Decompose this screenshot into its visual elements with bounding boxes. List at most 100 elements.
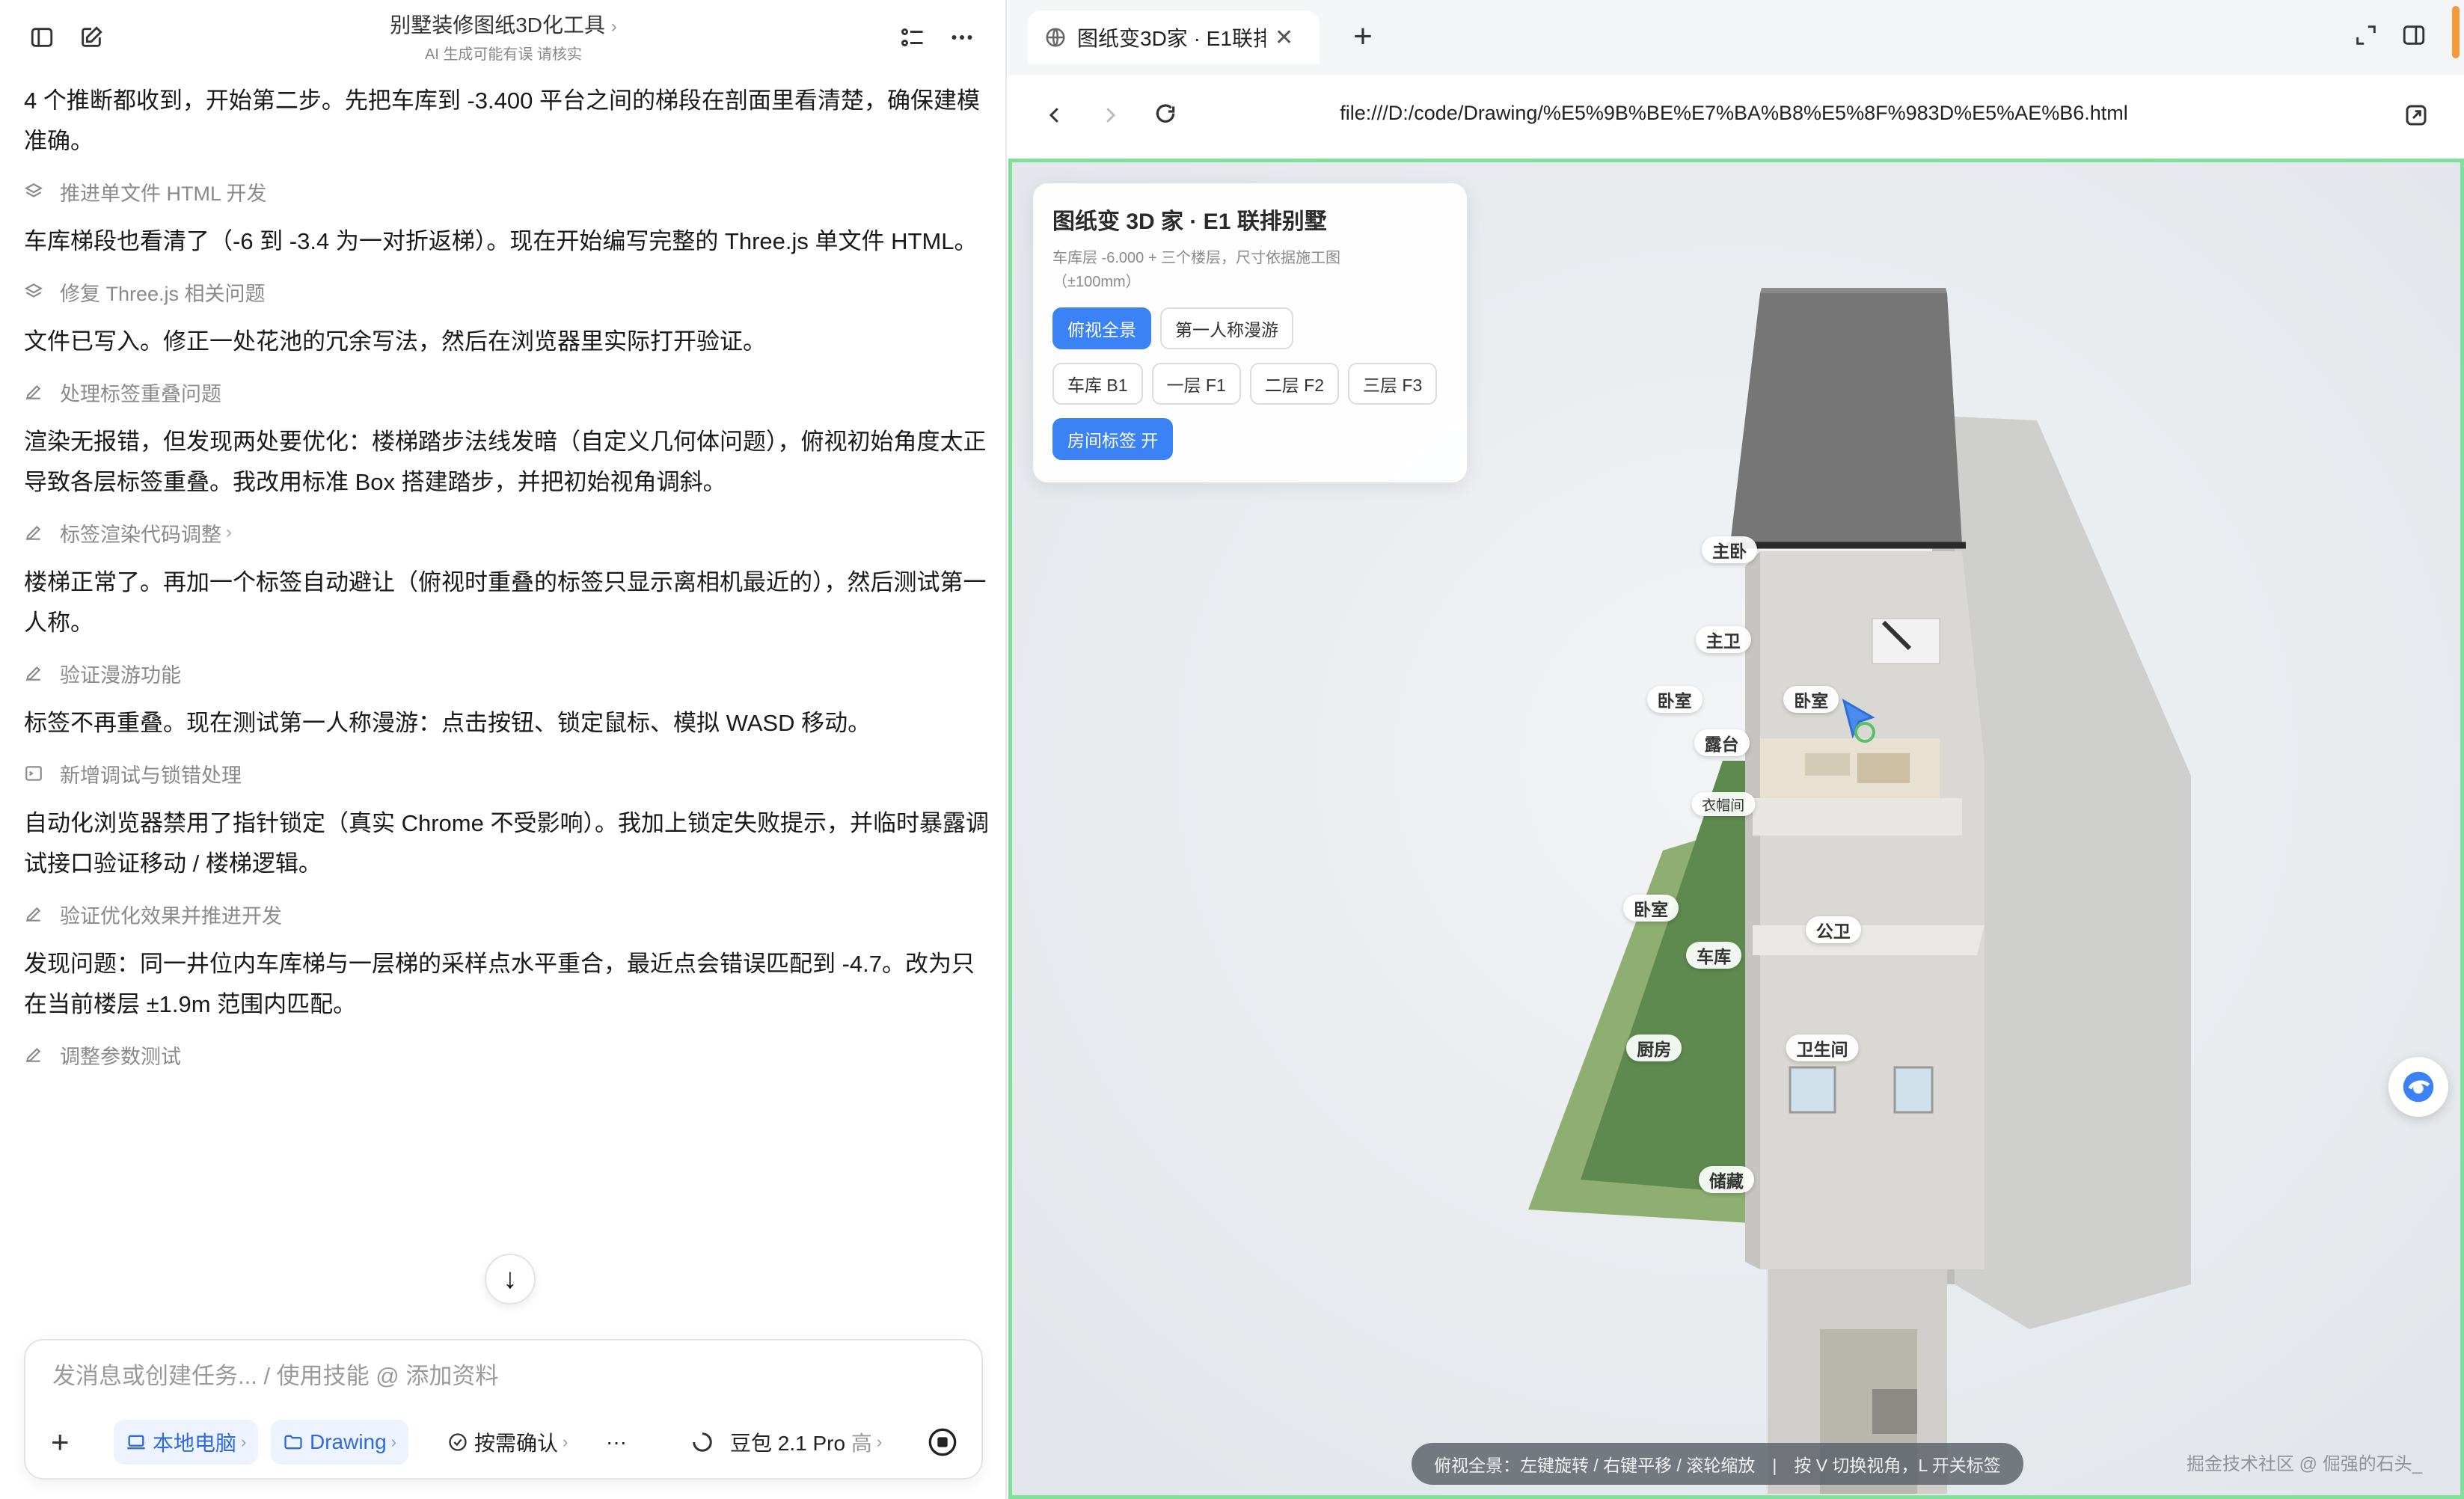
add-attachment-button[interactable]: + bbox=[51, 1420, 70, 1465]
chat-panel: 别墅装修图纸3D化工具 › AI 生成可能有误 请核实 4 个推断都收到，开始第… bbox=[0, 0, 1007, 1499]
step-indicator[interactable]: 推进单文件 HTML 开发 bbox=[24, 175, 989, 208]
loading-spinner-icon bbox=[693, 1432, 712, 1452]
room-label: 衣帽间 bbox=[1691, 792, 1756, 817]
more-icon[interactable] bbox=[944, 19, 980, 55]
entrance-shadow bbox=[1872, 1389, 1917, 1434]
chat-messages: 4 个推断都收到，开始第二步。先把车库到 -3.400 平台之间的梯段在剖面里看… bbox=[24, 81, 989, 1071]
pencil-icon bbox=[24, 663, 52, 683]
webgl-viewport[interactable]: 图纸变 3D 家 · E1 联排别墅 车库层 -6.000 + 三个楼层，尺寸依… bbox=[1008, 159, 2464, 1499]
controls-hint: 俯视全景：左键旋转 / 右键平移 / 滚轮缩放 | 按 V 切换视角，L 开关标… bbox=[1412, 1443, 2023, 1485]
slab-f2 bbox=[1753, 925, 1985, 955]
chat-header: 别墅装修图纸3D化工具 › AI 生成可能有误 请核实 bbox=[0, 0, 1007, 75]
model-selector[interactable]: 豆包 2.1 Pro 高 › bbox=[691, 1427, 882, 1457]
furniture bbox=[1805, 753, 1850, 776]
assistant-message: 楼梯正常了。再加一个标签自动避让（俯视时重叠的标签只显示离相机最近的），然后测试… bbox=[24, 569, 987, 636]
floor-button-f2[interactable]: 二层 F2 bbox=[1249, 363, 1339, 405]
room-label: 主卫 bbox=[1695, 625, 1751, 653]
plus-icon: + bbox=[1353, 18, 1373, 55]
local-computer-label: 本地电脑 bbox=[153, 1432, 237, 1455]
chevron-right-icon: › bbox=[390, 1432, 397, 1451]
chat-title-text: 别墅装修图纸3D化工具 bbox=[390, 13, 605, 37]
pencil-icon bbox=[24, 523, 52, 542]
floor-button-f1[interactable]: 一层 F1 bbox=[1151, 363, 1241, 405]
villa-body-left bbox=[1745, 551, 1760, 1269]
reload-icon bbox=[1156, 104, 1175, 123]
confirm-mode-label: 按需确认 bbox=[474, 1432, 559, 1455]
globe-icon bbox=[1046, 28, 1065, 47]
room-label: 卧室 bbox=[1646, 685, 1703, 713]
pencil-icon bbox=[24, 904, 52, 924]
step-label: 验证优化效果并推进开发 bbox=[60, 904, 282, 928]
floor-button-f3[interactable]: 三层 F3 bbox=[1348, 363, 1438, 405]
overview-button[interactable]: 俯视全景 bbox=[1052, 307, 1151, 349]
step-indicator[interactable]: 标签渲染代码调整 › bbox=[24, 516, 989, 549]
room-label-toggle[interactable]: 房间标签 开 bbox=[1052, 418, 1174, 460]
browser-tab[interactable]: 图纸变3D家 · E1联排别墅 ✕ bbox=[1028, 10, 1320, 64]
first-person-button[interactable]: 第一人称漫游 bbox=[1160, 307, 1293, 349]
back-button[interactable] bbox=[1040, 102, 1070, 133]
arrow-right-icon bbox=[1106, 108, 1116, 123]
panel-subtitle: 车库层 -6.000 + 三个楼层，尺寸依据施工图（±100mm） bbox=[1052, 250, 1341, 290]
room-label: 卧室 bbox=[1623, 894, 1679, 922]
chevron-right-icon: › bbox=[241, 1432, 247, 1451]
roof bbox=[1730, 293, 1962, 544]
step-indicator[interactable]: 修复 Three.js 相关问题 bbox=[24, 275, 989, 308]
chat-title[interactable]: 别墅装修图纸3D化工具 › bbox=[0, 9, 1007, 39]
window bbox=[1789, 1066, 1836, 1114]
reload-button[interactable] bbox=[1150, 102, 1180, 133]
floor-button-b1[interactable]: 车库 B1 bbox=[1052, 363, 1143, 405]
local-computer-button[interactable]: 本地电脑 › bbox=[114, 1420, 259, 1465]
folder-button[interactable]: Drawing › bbox=[271, 1420, 409, 1465]
stop-button[interactable] bbox=[928, 1420, 957, 1465]
step-label: 标签渲染代码调整 bbox=[60, 523, 221, 546]
chevron-right-icon: › bbox=[610, 16, 617, 37]
new-tab-button[interactable]: + bbox=[1343, 18, 1382, 57]
furniture bbox=[1857, 753, 1910, 783]
terminal-icon bbox=[24, 764, 52, 783]
step-label: 新增调试与锁错处理 bbox=[60, 764, 242, 787]
plus-icon: + bbox=[51, 1424, 70, 1459]
step-label: 推进单文件 HTML 开发 bbox=[60, 182, 267, 205]
layers-icon bbox=[24, 282, 52, 301]
url-field[interactable]: file:///D:/code/Drawing/%E5%9B%BE%E7%BA%… bbox=[1248, 102, 2220, 125]
confirm-mode-button[interactable]: 按需确认 › bbox=[447, 1427, 568, 1457]
close-icon[interactable]: ✕ bbox=[1275, 25, 1293, 51]
scroll-to-bottom-button[interactable]: ↓ bbox=[485, 1254, 536, 1305]
split-view-icon[interactable] bbox=[2401, 22, 2427, 52]
pencil-icon bbox=[24, 382, 52, 402]
arrow-left-icon bbox=[1049, 108, 1058, 123]
step-indicator[interactable]: 处理标签重叠问题 bbox=[24, 375, 989, 408]
room-label: 卫生间 bbox=[1786, 1034, 1859, 1061]
step-indicator[interactable]: 调整参数测试 bbox=[24, 1038, 989, 1071]
room-label: 露台 bbox=[1694, 729, 1750, 757]
message-input[interactable] bbox=[52, 1358, 950, 1394]
pencil-icon bbox=[24, 1045, 52, 1064]
step-label: 处理标签重叠问题 bbox=[60, 382, 221, 405]
step-indicator[interactable]: 验证优化效果并推进开发 bbox=[24, 898, 989, 931]
control-panel: 图纸变 3D 家 · E1 联排别墅 车库层 -6.000 + 三个楼层，尺寸依… bbox=[1033, 183, 1467, 482]
roof-top bbox=[1760, 288, 1947, 293]
composer-more-button[interactable]: ··· bbox=[606, 1430, 627, 1454]
check-circle-icon bbox=[449, 1433, 467, 1451]
floor-buttons: 车库 B1 一层 F1 二层 F2 三层 F3 bbox=[1052, 363, 1447, 405]
assistant-message: 发现问题：同一井位内车库梯与一层梯的采样点水平重合，最近点会错误匹配到 -4.7… bbox=[24, 951, 975, 1017]
forward-button[interactable] bbox=[1095, 102, 1125, 133]
expand-icon[interactable] bbox=[2353, 22, 2379, 52]
task-list-icon[interactable] bbox=[895, 19, 931, 55]
room-label: 储藏 bbox=[1698, 1166, 1754, 1194]
chevron-right-icon: › bbox=[226, 522, 232, 542]
scrollbar-handle[interactable] bbox=[2452, 6, 2460, 58]
room-label: 卧室 bbox=[1783, 685, 1839, 713]
assistant-bubble[interactable] bbox=[2388, 1057, 2448, 1117]
assistant-message: 标签不再重叠。现在测试第一人称漫游：点击按钮、锁定鼠标、模拟 WASD 移动。 bbox=[24, 710, 871, 736]
open-external-icon[interactable] bbox=[2404, 103, 2428, 131]
assistant-icon bbox=[2403, 1071, 2434, 1103]
assistant-message: 车库梯段也看清了（-6 到 -3.4 为一对折返梯）。现在开始编写完整的 Thr… bbox=[24, 228, 978, 254]
chevron-right-icon: › bbox=[876, 1432, 883, 1451]
step-indicator[interactable]: 新增调试与锁错处理 bbox=[24, 757, 989, 790]
window bbox=[1893, 1066, 1934, 1114]
laptop-icon bbox=[127, 1435, 145, 1450]
step-indicator[interactable]: 验证漫游功能 bbox=[24, 657, 989, 690]
step-label: 验证漫游功能 bbox=[60, 663, 181, 687]
view-mode-buttons: 俯视全景 第一人称漫游 bbox=[1052, 307, 1447, 349]
